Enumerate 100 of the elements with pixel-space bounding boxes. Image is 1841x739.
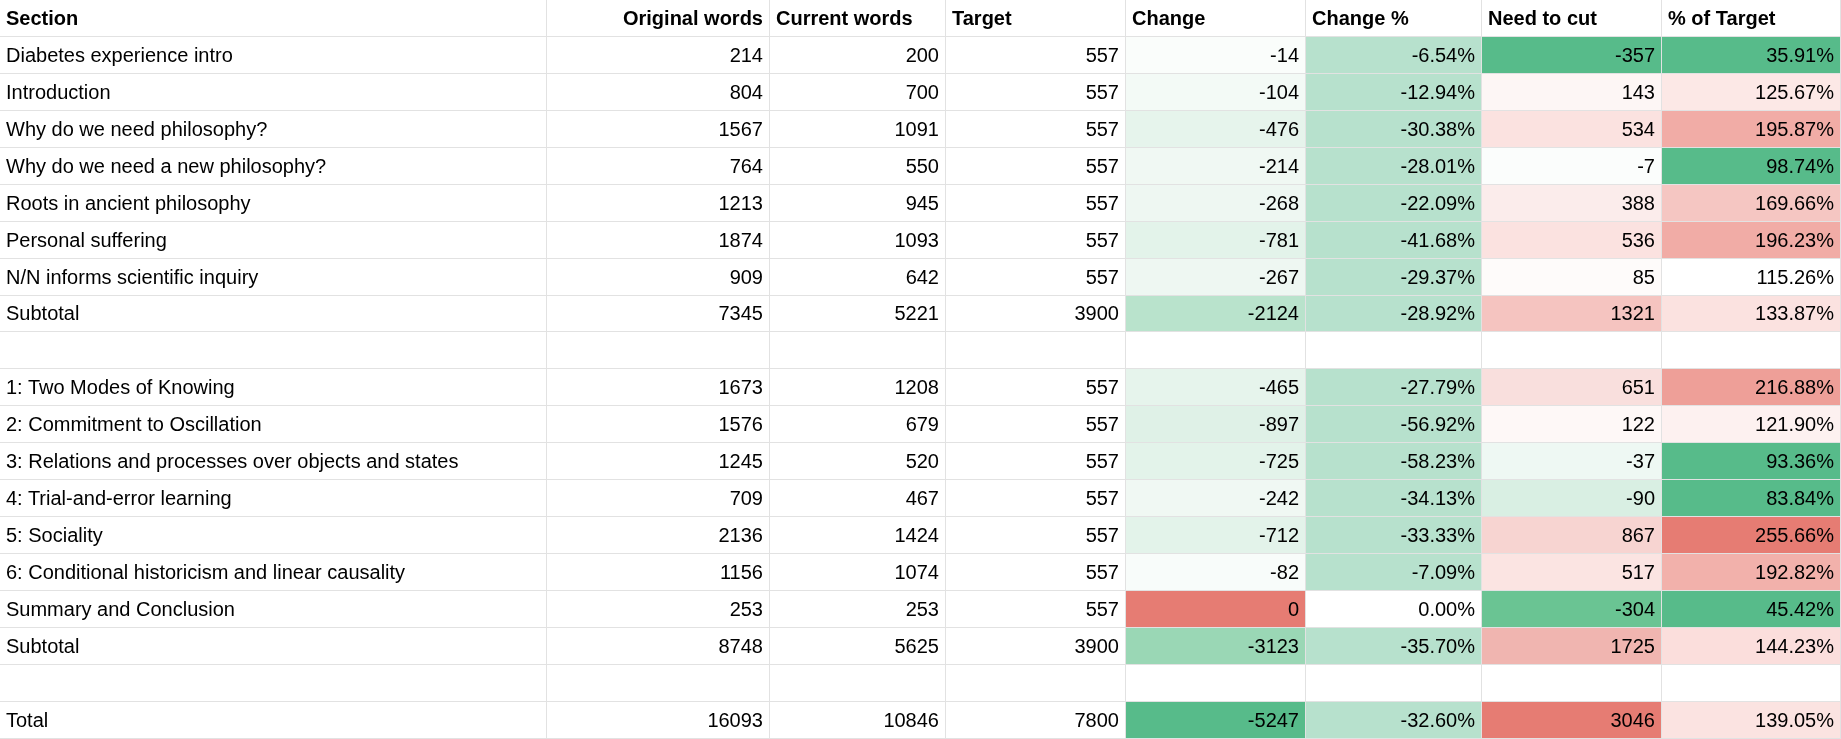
column-header: Change % xyxy=(1306,0,1482,37)
table-cell: 520 xyxy=(770,443,946,481)
table-cell: 115.26% xyxy=(1662,258,1841,296)
table-cell: -712 xyxy=(1126,517,1306,555)
table-cell: 1213 xyxy=(547,184,770,222)
table-cell: Subtotal xyxy=(0,295,547,333)
table-cell: 125.67% xyxy=(1662,73,1841,111)
table-cell: 139.05% xyxy=(1662,701,1841,739)
table-cell: 93.36% xyxy=(1662,443,1841,481)
column-header: Target xyxy=(946,0,1126,37)
column-header: % of Target xyxy=(1662,0,1841,37)
table-cell: -7.09% xyxy=(1306,554,1482,591)
table-cell: -29.37% xyxy=(1306,258,1482,296)
table-cell: 10846 xyxy=(770,701,946,739)
table-cell: 192.82% xyxy=(1662,554,1841,591)
table-cell: 651 xyxy=(1482,369,1662,407)
table-cell: Why do we need philosophy? xyxy=(0,110,547,148)
table-cell: 2136 xyxy=(547,517,770,555)
table-cell: 1091 xyxy=(770,110,946,148)
table-cell: 122 xyxy=(1482,406,1662,444)
table-cell: -30.38% xyxy=(1306,110,1482,148)
table-cell: Diabetes experience intro xyxy=(0,36,547,74)
table-cell: -28.01% xyxy=(1306,147,1482,185)
table-cell: 253 xyxy=(547,591,770,628)
table-cell: 1093 xyxy=(770,221,946,259)
table-cell: Total xyxy=(0,701,547,739)
table-cell: -2124 xyxy=(1126,295,1306,333)
table-cell: 5625 xyxy=(770,627,946,665)
table-cell: -5247 xyxy=(1126,701,1306,739)
table-cell: -28.92% xyxy=(1306,295,1482,333)
table-cell: 1245 xyxy=(547,443,770,481)
table-cell: 804 xyxy=(547,73,770,111)
table-cell: 536 xyxy=(1482,221,1662,259)
table-cell: 7345 xyxy=(547,295,770,333)
table-cell: -27.79% xyxy=(1306,369,1482,407)
table-cell: 1673 xyxy=(547,369,770,407)
table-cell: 255.66% xyxy=(1662,517,1841,555)
table-cell: -90 xyxy=(1482,480,1662,518)
table-cell: 3: Relations and processes over objects and states xyxy=(0,443,547,481)
table-cell: 83.84% xyxy=(1662,480,1841,518)
table-cell: -214 xyxy=(1126,147,1306,185)
table-cell: 467 xyxy=(770,480,946,518)
table-cell: -33.33% xyxy=(1306,517,1482,555)
table-cell: 867 xyxy=(1482,517,1662,555)
table-cell: -465 xyxy=(1126,369,1306,407)
table-cell: 388 xyxy=(1482,184,1662,222)
table-cell: 8748 xyxy=(547,627,770,665)
table-cell: 709 xyxy=(547,480,770,518)
table-cell: 550 xyxy=(770,147,946,185)
table-cell: -3123 xyxy=(1126,627,1306,665)
table-cell: 200 xyxy=(770,36,946,74)
table-cell: -476 xyxy=(1126,110,1306,148)
table-cell: -267 xyxy=(1126,258,1306,296)
table-cell: 169.66% xyxy=(1662,184,1841,222)
table-cell: Subtotal xyxy=(0,627,547,665)
table-cell: 1725 xyxy=(1482,627,1662,665)
table-cell: -897 xyxy=(1126,406,1306,444)
table-cell: -34.13% xyxy=(1306,480,1482,518)
table-cell: N/N informs scientific inquiry xyxy=(0,258,547,296)
table-cell: 945 xyxy=(770,184,946,222)
table-cell: 1208 xyxy=(770,369,946,407)
table-cell: -32.60% xyxy=(1306,701,1482,739)
table-cell: -725 xyxy=(1126,443,1306,481)
table-cell: 1424 xyxy=(770,517,946,555)
table-cell: 534 xyxy=(1482,110,1662,148)
table-cell: -82 xyxy=(1126,554,1306,591)
table-cell: 1321 xyxy=(1482,295,1662,333)
table-cell: -304 xyxy=(1482,591,1662,628)
table-cell: -242 xyxy=(1126,480,1306,518)
table-cell: -35.70% xyxy=(1306,627,1482,665)
column-header: Section xyxy=(0,0,547,37)
column-header: Change xyxy=(1126,0,1306,37)
table-cell: 121.90% xyxy=(1662,406,1841,444)
table-cell: -56.92% xyxy=(1306,406,1482,444)
table-cell: 35.91% xyxy=(1662,36,1841,74)
table-cell: -14 xyxy=(1126,36,1306,74)
column-header: Original words xyxy=(547,0,770,37)
table-cell: 216.88% xyxy=(1662,369,1841,407)
table-cell: Why do we need a new philosophy? xyxy=(0,147,547,185)
table-cell: 5: Sociality xyxy=(0,517,547,555)
table-cell: -781 xyxy=(1126,221,1306,259)
table-cell: 98.74% xyxy=(1662,147,1841,185)
table-cell: 16093 xyxy=(547,701,770,739)
table-cell: 143 xyxy=(1482,73,1662,111)
table-cell: 764 xyxy=(547,147,770,185)
table-cell: -357 xyxy=(1482,36,1662,74)
table-cell: 214 xyxy=(547,36,770,74)
table-cell: -104 xyxy=(1126,73,1306,111)
table-cell: Personal suffering xyxy=(0,221,547,259)
table-cell: 1874 xyxy=(547,221,770,259)
table-cell: 5221 xyxy=(770,295,946,333)
table-cell: 2: Commitment to Oscillation xyxy=(0,406,547,444)
table-cell: 1074 xyxy=(770,554,946,591)
table-cell: 6: Conditional historicism and linear causality xyxy=(0,554,547,591)
table-cell: 1156 xyxy=(547,554,770,591)
table-cell: -37 xyxy=(1482,443,1662,481)
table-cell: 679 xyxy=(770,406,946,444)
table-cell: 642 xyxy=(770,258,946,296)
table-cell: -58.23% xyxy=(1306,443,1482,481)
table-cell: 1576 xyxy=(547,406,770,444)
